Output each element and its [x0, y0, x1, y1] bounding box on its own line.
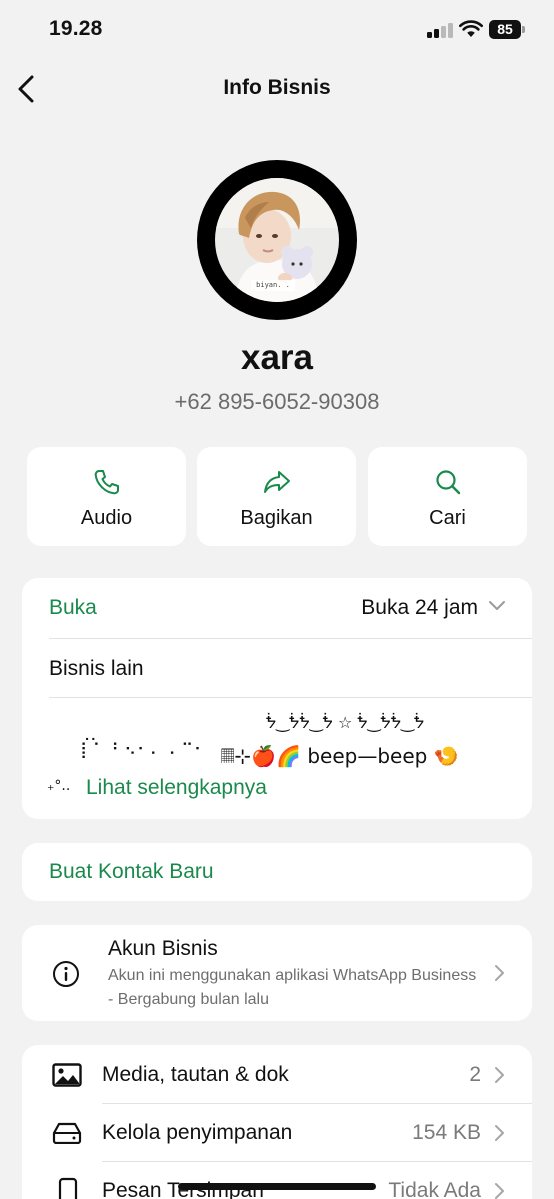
see-more-link[interactable]: Lihat selengkapnya [86, 776, 267, 800]
battery-level: 85 [489, 20, 521, 39]
audio-label: Audio [80, 507, 133, 529]
storage-size: 154 KB [412, 1121, 481, 1144]
description-line-2: 𝄜⊹🍎🌈 beep—beep 🍤 [221, 744, 459, 768]
contact-phone[interactable]: +62 895-6052-90308 [0, 389, 554, 415]
info-icon [53, 961, 79, 987]
chevron-right-icon[interactable] [493, 963, 507, 983]
chevron-right-icon [495, 1125, 504, 1141]
phone-icon [94, 470, 119, 495]
hours-value[interactable]: Buka 24 jam [361, 596, 478, 620]
business-account-description: Akun ini menggunakan aplikasi WhatsApp B… [108, 967, 477, 1008]
chevron-right-icon [495, 1183, 504, 1199]
chevron-right-icon [495, 1067, 504, 1083]
share-label: Bagikan [240, 507, 313, 529]
page-title: Info Bisnis [223, 76, 331, 99]
search-button[interactable]: Cari [368, 447, 527, 546]
storage-icon [52, 1122, 82, 1144]
business-details-card: Buka Buka 24 jam Bisnis lain ⠠⠄ ⡇⠁ ⠃⠢⠂⠄ … [22, 578, 532, 819]
divider [49, 697, 532, 698]
status-time: 19.28 [49, 17, 103, 40]
storage-label: Kelola penyimpanan [102, 1121, 293, 1144]
bookmark-phone-icon [58, 1177, 78, 1199]
divider [102, 1161, 532, 1162]
description-prefix: ₊°.. [47, 778, 71, 794]
business-account-card[interactable]: Akun Bisnis Akun ini menggunakan aplikas… [22, 925, 532, 1021]
status-bar: 19.28 85 [0, 0, 554, 60]
business-info-screen: 19.28 85 Info Bisnis biyan. . xara +62 8… [0, 0, 554, 1199]
braille-decoration: ⡇⠁ ⠃⠢⠂⠄ ⠄⠉⠂ [80, 740, 207, 759]
business-category: Bisnis lain [49, 657, 144, 680]
contact-name: xara [240, 338, 314, 377]
new-contact-card[interactable]: Buat Kontak Baru [22, 843, 532, 901]
business-account-title: Akun Bisnis [108, 937, 218, 960]
search-label: Cari [429, 507, 466, 529]
chat-settings-list: Media, tautan & dok 2 Kelola penyimpanan… [22, 1045, 532, 1199]
navigation-bar: Info Bisnis [0, 60, 554, 120]
quick-actions: Audio Bagikan Cari [27, 447, 527, 546]
battery-icon: 85 [489, 20, 525, 39]
avatar[interactable]: biyan. . [215, 178, 339, 302]
image-icon [52, 1063, 82, 1087]
wifi-icon [459, 20, 483, 37]
share-icon [264, 471, 290, 493]
cellular-signal-icon [427, 22, 453, 38]
hours-label: Buka [49, 596, 97, 619]
chevron-down-icon[interactable] [488, 600, 506, 612]
avatar-caption: biyan. . [256, 281, 290, 289]
new-contact-button[interactable]: Buat Kontak Baru [49, 860, 214, 884]
saved-messages-value: Tidak Ada [388, 1179, 481, 1199]
description-line-1: ᖭ‿ᖭᖭ‿ᖭ ☆ ᖭ‿ᖭᖭ‿ᖭ [266, 713, 425, 732]
search-icon [436, 470, 461, 495]
media-label: Media, tautan & dok [102, 1063, 289, 1086]
home-indicator[interactable] [178, 1183, 376, 1190]
audio-call-button[interactable]: Audio [27, 447, 186, 546]
divider [102, 1103, 532, 1104]
share-button[interactable]: Bagikan [197, 447, 356, 546]
divider [49, 638, 532, 639]
media-count: 2 [469, 1063, 481, 1086]
profile-avatar-ring[interactable]: biyan. . [197, 160, 357, 320]
